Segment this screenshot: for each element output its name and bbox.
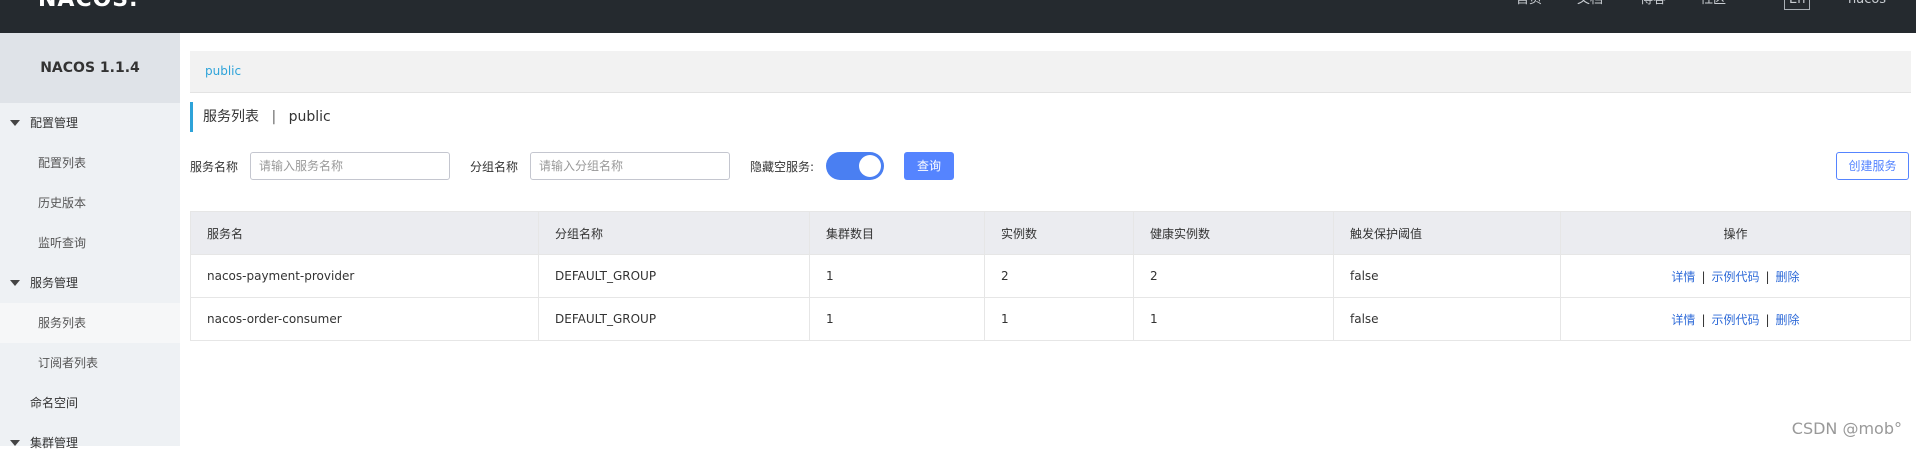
sidebar-item-namespace[interactable]: 命名空间 xyxy=(0,383,180,423)
sidebar-item-label: 订阅者列表 xyxy=(38,356,99,370)
cell-cluster-count: 1 xyxy=(809,297,985,341)
cell-protect-threshold: false xyxy=(1333,297,1561,341)
delete-link[interactable]: 删除 xyxy=(1776,313,1800,327)
cell-healthy-count: 2 xyxy=(1133,254,1334,298)
title-separator: | xyxy=(271,109,277,125)
sidebar-item-label: 配置列表 xyxy=(38,156,87,170)
table-header-row: 服务名 分组名称 集群数目 实例数 健康实例数 触发保护阈值 操作 xyxy=(190,211,1911,255)
col-service-name: 服务名 xyxy=(190,211,539,255)
hide-empty-label: 隐藏空服务: xyxy=(750,160,815,174)
detail-link[interactable]: 详情 xyxy=(1671,313,1695,327)
sample-code-link[interactable]: 示例代码 xyxy=(1711,313,1759,327)
op-separator: | xyxy=(1765,269,1770,284)
sidebar-title: NACOS 1.1.4 xyxy=(0,33,180,103)
toggle-knob xyxy=(859,155,881,177)
page-title-text: 服务列表 xyxy=(203,109,259,125)
caret-down-icon xyxy=(10,120,20,126)
query-button[interactable]: 查询 xyxy=(904,152,954,180)
cell-instance-count: 2 xyxy=(984,254,1134,298)
cell-group-name: DEFAULT_GROUP xyxy=(538,254,810,298)
sidebar-item-config-management[interactable]: 配置管理 xyxy=(0,103,180,143)
op-separator: | xyxy=(1701,269,1706,284)
sidebar-item-history[interactable]: 历史版本 xyxy=(0,183,180,223)
cell-service-name: nacos-payment-provider xyxy=(190,254,539,298)
cell-group-name: DEFAULT_GROUP xyxy=(538,297,810,341)
nav-home[interactable]: 首页 xyxy=(1516,0,1542,8)
nacos-logo[interactable]: NACOS. xyxy=(38,0,139,12)
col-cluster-count: 集群数目 xyxy=(809,211,985,255)
watermark: CSDN @mob° xyxy=(1791,419,1902,438)
top-navigation-bar: NACOS. 首页 文档 博客 社区 En nacos xyxy=(0,0,1916,33)
sidebar-item-service-list[interactable]: 服务列表 xyxy=(0,303,180,343)
sidebar-item-config-list[interactable]: 配置列表 xyxy=(0,143,180,183)
cell-cluster-count: 1 xyxy=(809,254,985,298)
create-service-button[interactable]: 创建服务 xyxy=(1836,152,1909,180)
hide-empty-toggle[interactable] xyxy=(826,152,884,180)
cell-instance-count: 1 xyxy=(984,297,1134,341)
delete-link[interactable]: 删除 xyxy=(1776,270,1800,284)
cell-healthy-count: 1 xyxy=(1133,297,1334,341)
language-switch-button[interactable]: En xyxy=(1784,0,1811,10)
page-title: 服务列表 | public xyxy=(190,102,590,132)
sidebar-item-label: 监听查询 xyxy=(38,236,87,250)
col-group-name: 分组名称 xyxy=(538,211,810,255)
sidebar-item-label: 服务列表 xyxy=(38,316,87,330)
page-title-namespace: public xyxy=(288,109,331,125)
cell-service-name: nacos-order-consumer xyxy=(190,297,539,341)
user-menu[interactable]: nacos xyxy=(1848,0,1886,8)
service-name-label: 服务名称 xyxy=(190,160,239,174)
namespace-bar: public xyxy=(190,51,1911,93)
sidebar-item-service-management[interactable]: 服务管理 xyxy=(0,263,180,303)
namespace-link-public[interactable]: public xyxy=(205,64,241,78)
group-name-input[interactable] xyxy=(530,152,730,180)
service-name-input[interactable] xyxy=(250,152,450,180)
col-operations: 操作 xyxy=(1560,211,1911,255)
sidebar-item-subscriber-list[interactable]: 订阅者列表 xyxy=(0,343,180,383)
op-separator: | xyxy=(1765,312,1770,327)
sidebar-item-listener-query[interactable]: 监听查询 xyxy=(0,223,180,263)
col-instance-count: 实例数 xyxy=(984,211,1134,255)
op-separator: | xyxy=(1701,312,1706,327)
group-name-label: 分组名称 xyxy=(470,160,519,174)
table-row: nacos-payment-provider DEFAULT_GROUP 1 2… xyxy=(190,254,1911,298)
sidebar-item-label: 历史版本 xyxy=(38,196,87,210)
nav-community[interactable]: 社区 xyxy=(1700,0,1726,8)
service-table: 服务名 分组名称 集群数目 实例数 健康实例数 触发保护阈值 操作 nacos-… xyxy=(190,211,1911,341)
nav-blog[interactable]: 博客 xyxy=(1640,0,1666,8)
cell-operations: 详情 | 示例代码 | 删除 xyxy=(1560,297,1911,341)
nav-docs[interactable]: 文档 xyxy=(1577,0,1603,8)
col-protect-threshold: 触发保护阈值 xyxy=(1333,211,1561,255)
table-row: nacos-order-consumer DEFAULT_GROUP 1 1 1… xyxy=(190,297,1911,341)
sidebar-item-label: 服务管理 xyxy=(30,276,79,290)
cell-operations: 详情 | 示例代码 | 删除 xyxy=(1560,254,1911,298)
sidebar-item-label: 集群管理 xyxy=(30,436,79,450)
caret-down-icon xyxy=(10,440,20,446)
col-healthy-count: 健康实例数 xyxy=(1133,211,1334,255)
sidebar: NACOS 1.1.4 配置管理 配置列表 历史版本 监听查询 服务管理 服务列… xyxy=(0,33,180,450)
cell-protect-threshold: false xyxy=(1333,254,1561,298)
sidebar-item-label: 命名空间 xyxy=(30,396,79,410)
caret-down-icon xyxy=(10,280,20,286)
detail-link[interactable]: 详情 xyxy=(1671,270,1695,284)
sample-code-link[interactable]: 示例代码 xyxy=(1711,270,1759,284)
sidebar-item-label: 配置管理 xyxy=(30,116,79,130)
sidebar-item-cluster-management[interactable]: 集群管理 xyxy=(0,423,180,463)
